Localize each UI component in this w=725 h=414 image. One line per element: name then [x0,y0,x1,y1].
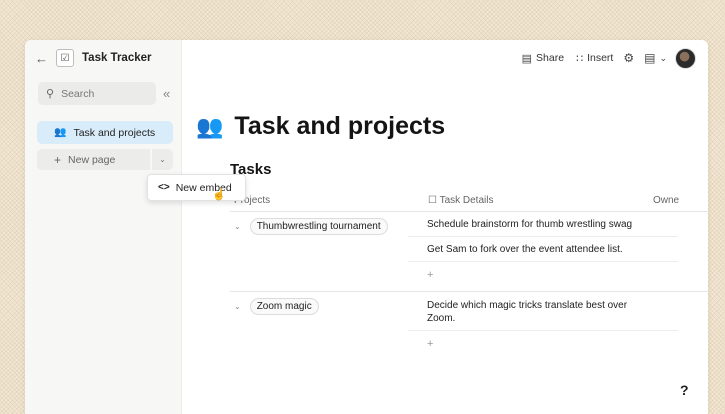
help-button[interactable]: ? [680,382,689,398]
doc-icon[interactable]: ☑ [56,49,74,67]
new-page-label: New page [68,153,116,166]
share-button[interactable]: ▤ Share [522,52,564,65]
new-page-dropdown-button[interactable]: ⌄ [152,149,173,170]
new-embed-menu-item[interactable]: <> New embed ☝ [147,174,246,201]
task-text: Get Sam to fork over the event attendee … [427,243,623,255]
task-list: Schedule brainstorm for thumb wrestling … [408,212,678,287]
list-item[interactable]: Get Sam to fork over the event attendee … [408,237,678,262]
search-placeholder: Search [61,87,95,100]
add-task-button[interactable]: + [408,262,678,287]
table-row: ⌄ Thumbwrestling tournament Schedule bra… [230,212,708,292]
add-task-label: + [427,337,434,350]
chevron-down-icon: ⌄ [159,155,166,164]
project-chip[interactable]: Thumbwrestling tournament [249,218,388,235]
sidebar-header: ← ☑ Task Tracker [35,48,151,68]
project-cell[interactable]: ⌄ Thumbwrestling tournament [234,218,388,235]
app-window: ← ☑ Task Tracker ⚲ Search « 👥 Task and p… [25,40,708,414]
toolbar: ▤ Share ∷ Insert ⚙ ▤ ⌄ [510,46,696,70]
task-text: Schedule brainstorm for thumb wrestling … [427,218,633,230]
insert-button[interactable]: ∷ Insert [576,52,613,65]
share-icon: ▤ [521,52,533,65]
search-icon: ⚲ [46,88,55,100]
insert-icon: ∷ [576,52,584,65]
add-task-label: + [427,268,434,281]
insert-label: Insert [587,52,614,64]
doc-title[interactable]: Task Tracker [82,52,151,64]
people-icon: 👥 [196,113,224,139]
task-list: Decide which magic tricks translate best… [408,292,678,356]
column-header-task-details[interactable]: ☐ Task Details [428,195,493,206]
avatar[interactable] [675,47,696,69]
sidebar: ← ☑ Task Tracker ⚲ Search « 👥 Task and p… [25,40,182,414]
comment-icon[interactable]: ▤ [644,51,655,65]
sidebar-item-task-and-projects[interactable]: 👥 Task and projects [37,121,173,144]
new-page-button[interactable]: + New page [37,149,150,170]
code-icon: <> [158,182,170,193]
list-item[interactable]: Decide which magic tricks translate best… [408,292,678,331]
list-item[interactable]: Schedule brainstorm for thumb wrestling … [408,212,678,237]
project-cell[interactable]: ⌄ Zoom magic [234,298,319,315]
sidebar-item-label: Task and projects [73,126,156,139]
column-header-task-details-label: Task Details [439,195,494,206]
back-arrow-icon[interactable]: ← [35,51,49,66]
table-row: ⌄ Zoom magic Decide which magic tricks t… [230,292,708,358]
gear-icon[interactable]: ⚙ [623,51,634,65]
hand-cursor-icon: ☝ [212,189,226,201]
tasks-table: Projects ☐ Task Details Owne ⌄ Thumbwres… [230,192,708,358]
collapse-sidebar-icon[interactable]: « [163,86,170,101]
task-text: Decide which magic tricks translate best… [427,300,628,324]
share-label: Share [536,52,565,64]
page-title: 👥 Task and projects [196,112,445,141]
people-icon: 👥 [54,127,67,138]
project-chip[interactable]: Zoom magic [249,298,319,315]
add-task-button[interactable]: + [408,331,678,356]
column-header-owner[interactable]: Owne [653,195,679,206]
page-title-text: Task and projects [234,112,446,140]
search-input[interactable]: ⚲ Search [38,82,156,105]
chevron-down-icon[interactable]: ⌄ [234,302,241,311]
chevron-down-icon[interactable]: ⌄ [659,53,667,64]
chevron-down-icon[interactable]: ⌄ [234,222,241,231]
plus-icon: + [54,152,62,167]
table-header: Projects ☐ Task Details Owne [230,192,708,212]
